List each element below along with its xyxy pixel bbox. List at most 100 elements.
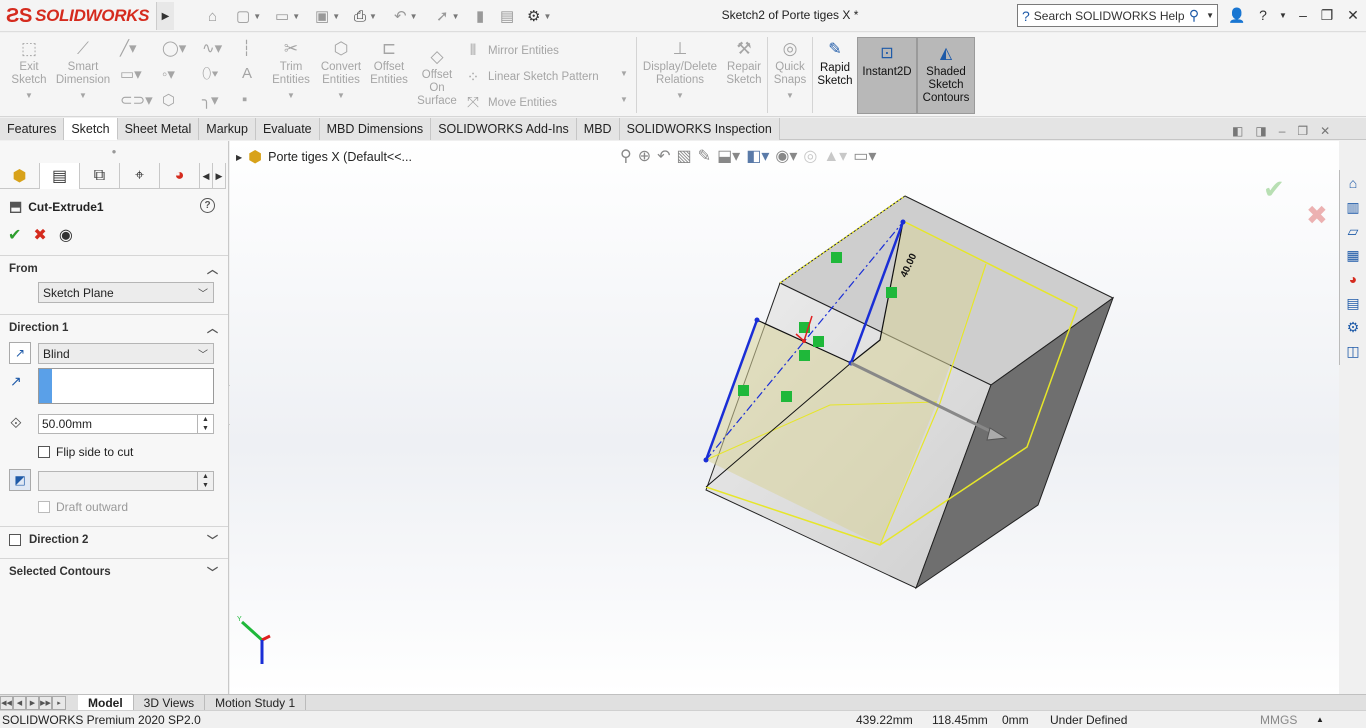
first-tab-icon[interactable]: ◀◀ xyxy=(0,695,13,710)
confirm-cancel-icon[interactable]: ✖ xyxy=(1306,200,1328,231)
tabs-scroll-right-icon[interactable]: ▶ xyxy=(213,163,226,189)
panel-grip-icon[interactable]: ● xyxy=(0,141,228,161)
apply-scene-icon[interactable]: ▲▾ xyxy=(823,146,847,166)
direction2-section-header[interactable]: Direction 2 ﹀ xyxy=(0,526,228,552)
design-library-icon[interactable]: ▥ xyxy=(1341,196,1365,218)
dynamic-annotation-icon[interactable]: ✎ xyxy=(698,146,711,166)
chevron-down-icon[interactable]: ▼ xyxy=(287,89,295,102)
feature-tree-flyout[interactable]: ▶ ⬢ Porte tiges X (Default<<... xyxy=(236,147,412,167)
view-settings-icon[interactable]: ▭▾ xyxy=(853,146,876,166)
text-icon[interactable]: A xyxy=(242,65,252,82)
search-dropdown-icon[interactable]: ▼ xyxy=(1206,11,1214,20)
convert-entities-button[interactable]: ⬡ Convert Entities ▼ xyxy=(318,37,364,102)
rapid-sketch-button[interactable]: ✎ Rapid Sketch xyxy=(816,38,854,88)
polygon-icon[interactable]: ⬡ xyxy=(162,91,175,109)
relation-marker[interactable] xyxy=(781,391,792,402)
tile-right-icon[interactable]: ◨ xyxy=(1255,124,1266,138)
sketch-endpoint[interactable] xyxy=(703,457,709,463)
chevron-down-icon[interactable]: ▼ xyxy=(79,89,87,102)
circle-icon[interactable]: ◯▾ xyxy=(162,39,186,57)
exit-sketch-button[interactable]: ⬚ Exit Sketch ▼ xyxy=(8,37,50,102)
from-section-header[interactable]: From ︿ xyxy=(0,255,228,281)
select-button[interactable]: ➚ ▼ xyxy=(436,6,460,26)
configuration-manager-tab-icon[interactable]: ⧉ xyxy=(80,163,120,189)
relation-marker[interactable] xyxy=(813,336,824,347)
bottom-tab-model[interactable]: Model xyxy=(78,695,134,710)
custom-properties-icon[interactable]: ▤ xyxy=(1341,292,1365,314)
magnifier-icon[interactable]: ⚲ xyxy=(1189,7,1199,24)
trim-entities-button[interactable]: ✂ Trim Entities ▼ xyxy=(270,37,312,102)
tab-solidworks-add-ins[interactable]: SOLIDWORKS Add-Ins xyxy=(431,118,577,140)
help-icon[interactable]: ? xyxy=(200,198,215,213)
shaded-sketch-contours-button[interactable]: ◭ Shaded Sketch Contours xyxy=(917,37,975,114)
flip-side-checkbox[interactable]: Flip side to cut xyxy=(38,445,133,459)
preview-eye-icon[interactable]: ◉ xyxy=(59,225,73,245)
menu-expand-button[interactable]: ▶ xyxy=(156,2,174,30)
tab-sketch[interactable]: Sketch xyxy=(64,118,118,140)
from-select[interactable]: Sketch Plane ﹀ xyxy=(38,282,214,303)
sketch-endpoint[interactable] xyxy=(754,317,760,323)
tab-mbd[interactable]: MBD xyxy=(576,118,620,140)
polygon-slot-icon[interactable]: ⊂⊃▾ xyxy=(120,91,153,109)
chevron-down-icon[interactable]: ▼ xyxy=(676,89,684,102)
appearances-icon[interactable]: ◕ xyxy=(1341,268,1365,290)
direction1-section-header[interactable]: Direction 1 ︿ xyxy=(0,314,228,340)
confirm-check-icon[interactable]: ✔ xyxy=(1263,174,1285,205)
model-view[interactable]: 40.00 Y xyxy=(230,141,1339,694)
zoom-to-area-icon[interactable]: ⊕ xyxy=(638,146,651,166)
tab-markup[interactable]: Markup xyxy=(199,118,256,140)
solidworks-resources-icon[interactable]: ⌂ xyxy=(1341,172,1365,194)
draft-toggle-button[interactable]: ◩ xyxy=(9,469,31,491)
view-orientation-icon[interactable]: ⬓▾ xyxy=(717,146,740,166)
minimize-button[interactable]: – xyxy=(1292,4,1314,26)
view-palette-icon[interactable]: ▦ xyxy=(1341,244,1365,266)
tab-sheet-metal[interactable]: Sheet Metal xyxy=(117,118,200,140)
move-entities-button[interactable]: ⤧ Move Entities xyxy=(464,94,557,111)
selected-contours-section-header[interactable]: Selected Contours ﹀ xyxy=(0,558,228,584)
tabs-scroll-left-icon[interactable]: ◀ xyxy=(200,163,213,189)
options-button[interactable]: ⚙ ▼ xyxy=(527,6,551,26)
spline-icon[interactable]: ∿▾ xyxy=(202,39,222,57)
search-help-input[interactable]: ? Search SOLIDWORKS Help ⚲ ▼ xyxy=(1017,4,1218,27)
depth-input[interactable]: 50.00mm ▲ ▼ xyxy=(38,414,214,434)
direction-selection-box[interactable] xyxy=(38,368,214,404)
line-icon[interactable]: ╱▾ xyxy=(120,39,137,57)
property-manager-tab-icon[interactable]: ▤ xyxy=(40,163,80,189)
undo-button[interactable]: ↶ ▼ xyxy=(394,6,418,26)
direction2-checkbox[interactable] xyxy=(9,533,21,546)
file-properties-icon[interactable]: ▤ xyxy=(500,6,514,26)
tree-expand-icon[interactable]: ▶ xyxy=(236,153,242,162)
reverse-direction-button[interactable]: ↗ xyxy=(9,342,31,364)
relation-marker[interactable] xyxy=(738,385,749,396)
section-view-icon[interactable]: ▧ xyxy=(677,146,692,166)
solidworks-forum-icon[interactable]: ⚙ xyxy=(1341,316,1365,338)
sketch-endpoint[interactable] xyxy=(900,219,906,225)
display-delete-relations-button[interactable]: ⊥ Display/Delete Relations ▼ xyxy=(640,37,720,102)
close-button[interactable]: ✕ xyxy=(1342,4,1364,26)
tab-solidworks-inspection[interactable]: SOLIDWORKS Inspection xyxy=(619,118,780,140)
tab-mbd-dimensions[interactable]: MBD Dimensions xyxy=(319,118,432,140)
tile-left-icon[interactable]: ◧ xyxy=(1232,124,1243,138)
draft-angle-input[interactable]: ▲ ▼ xyxy=(38,471,214,491)
move-dropdown-icon[interactable]: ▼ xyxy=(620,95,628,104)
point-icon[interactable]: ▪ xyxy=(242,91,247,108)
help-dropdown-icon[interactable]: ▼ xyxy=(1272,4,1294,26)
tab-list-icon[interactable]: ▸ xyxy=(52,695,66,710)
smart-dimension-button[interactable]: ⟋ Smart Dimension ▼ xyxy=(54,37,112,102)
unit-system[interactable]: MMGS xyxy=(1260,713,1297,727)
quick-snaps-button[interactable]: ◎ Quick Snaps ▼ xyxy=(770,37,810,102)
last-tab-icon[interactable]: ▶▶ xyxy=(39,695,52,710)
relation-marker[interactable] xyxy=(831,252,842,263)
prev-tab-icon[interactable]: ◀ xyxy=(13,695,26,710)
mirror-entities-button[interactable]: ⫴ Mirror Entities xyxy=(464,42,559,59)
depth-spinner-arrows[interactable]: ▲ ▼ xyxy=(197,415,213,433)
linear-sketch-pattern-button[interactable]: ⁘ Linear Sketch Pattern xyxy=(464,68,599,86)
new-document-button[interactable]: ▢ ▼ xyxy=(236,6,261,26)
end-condition-select[interactable]: Blind ﹀ xyxy=(38,343,214,364)
slot-icon[interactable]: ◦▾ xyxy=(162,65,175,83)
open-document-button[interactable]: ▭ ▼ xyxy=(275,6,300,26)
print-button[interactable]: ⎙ ▼ xyxy=(354,6,377,26)
doc-close-icon[interactable]: ✕ xyxy=(1320,124,1330,138)
chevron-down-icon[interactable]: ▼ xyxy=(25,89,33,102)
tab-features[interactable]: Features xyxy=(0,118,65,140)
